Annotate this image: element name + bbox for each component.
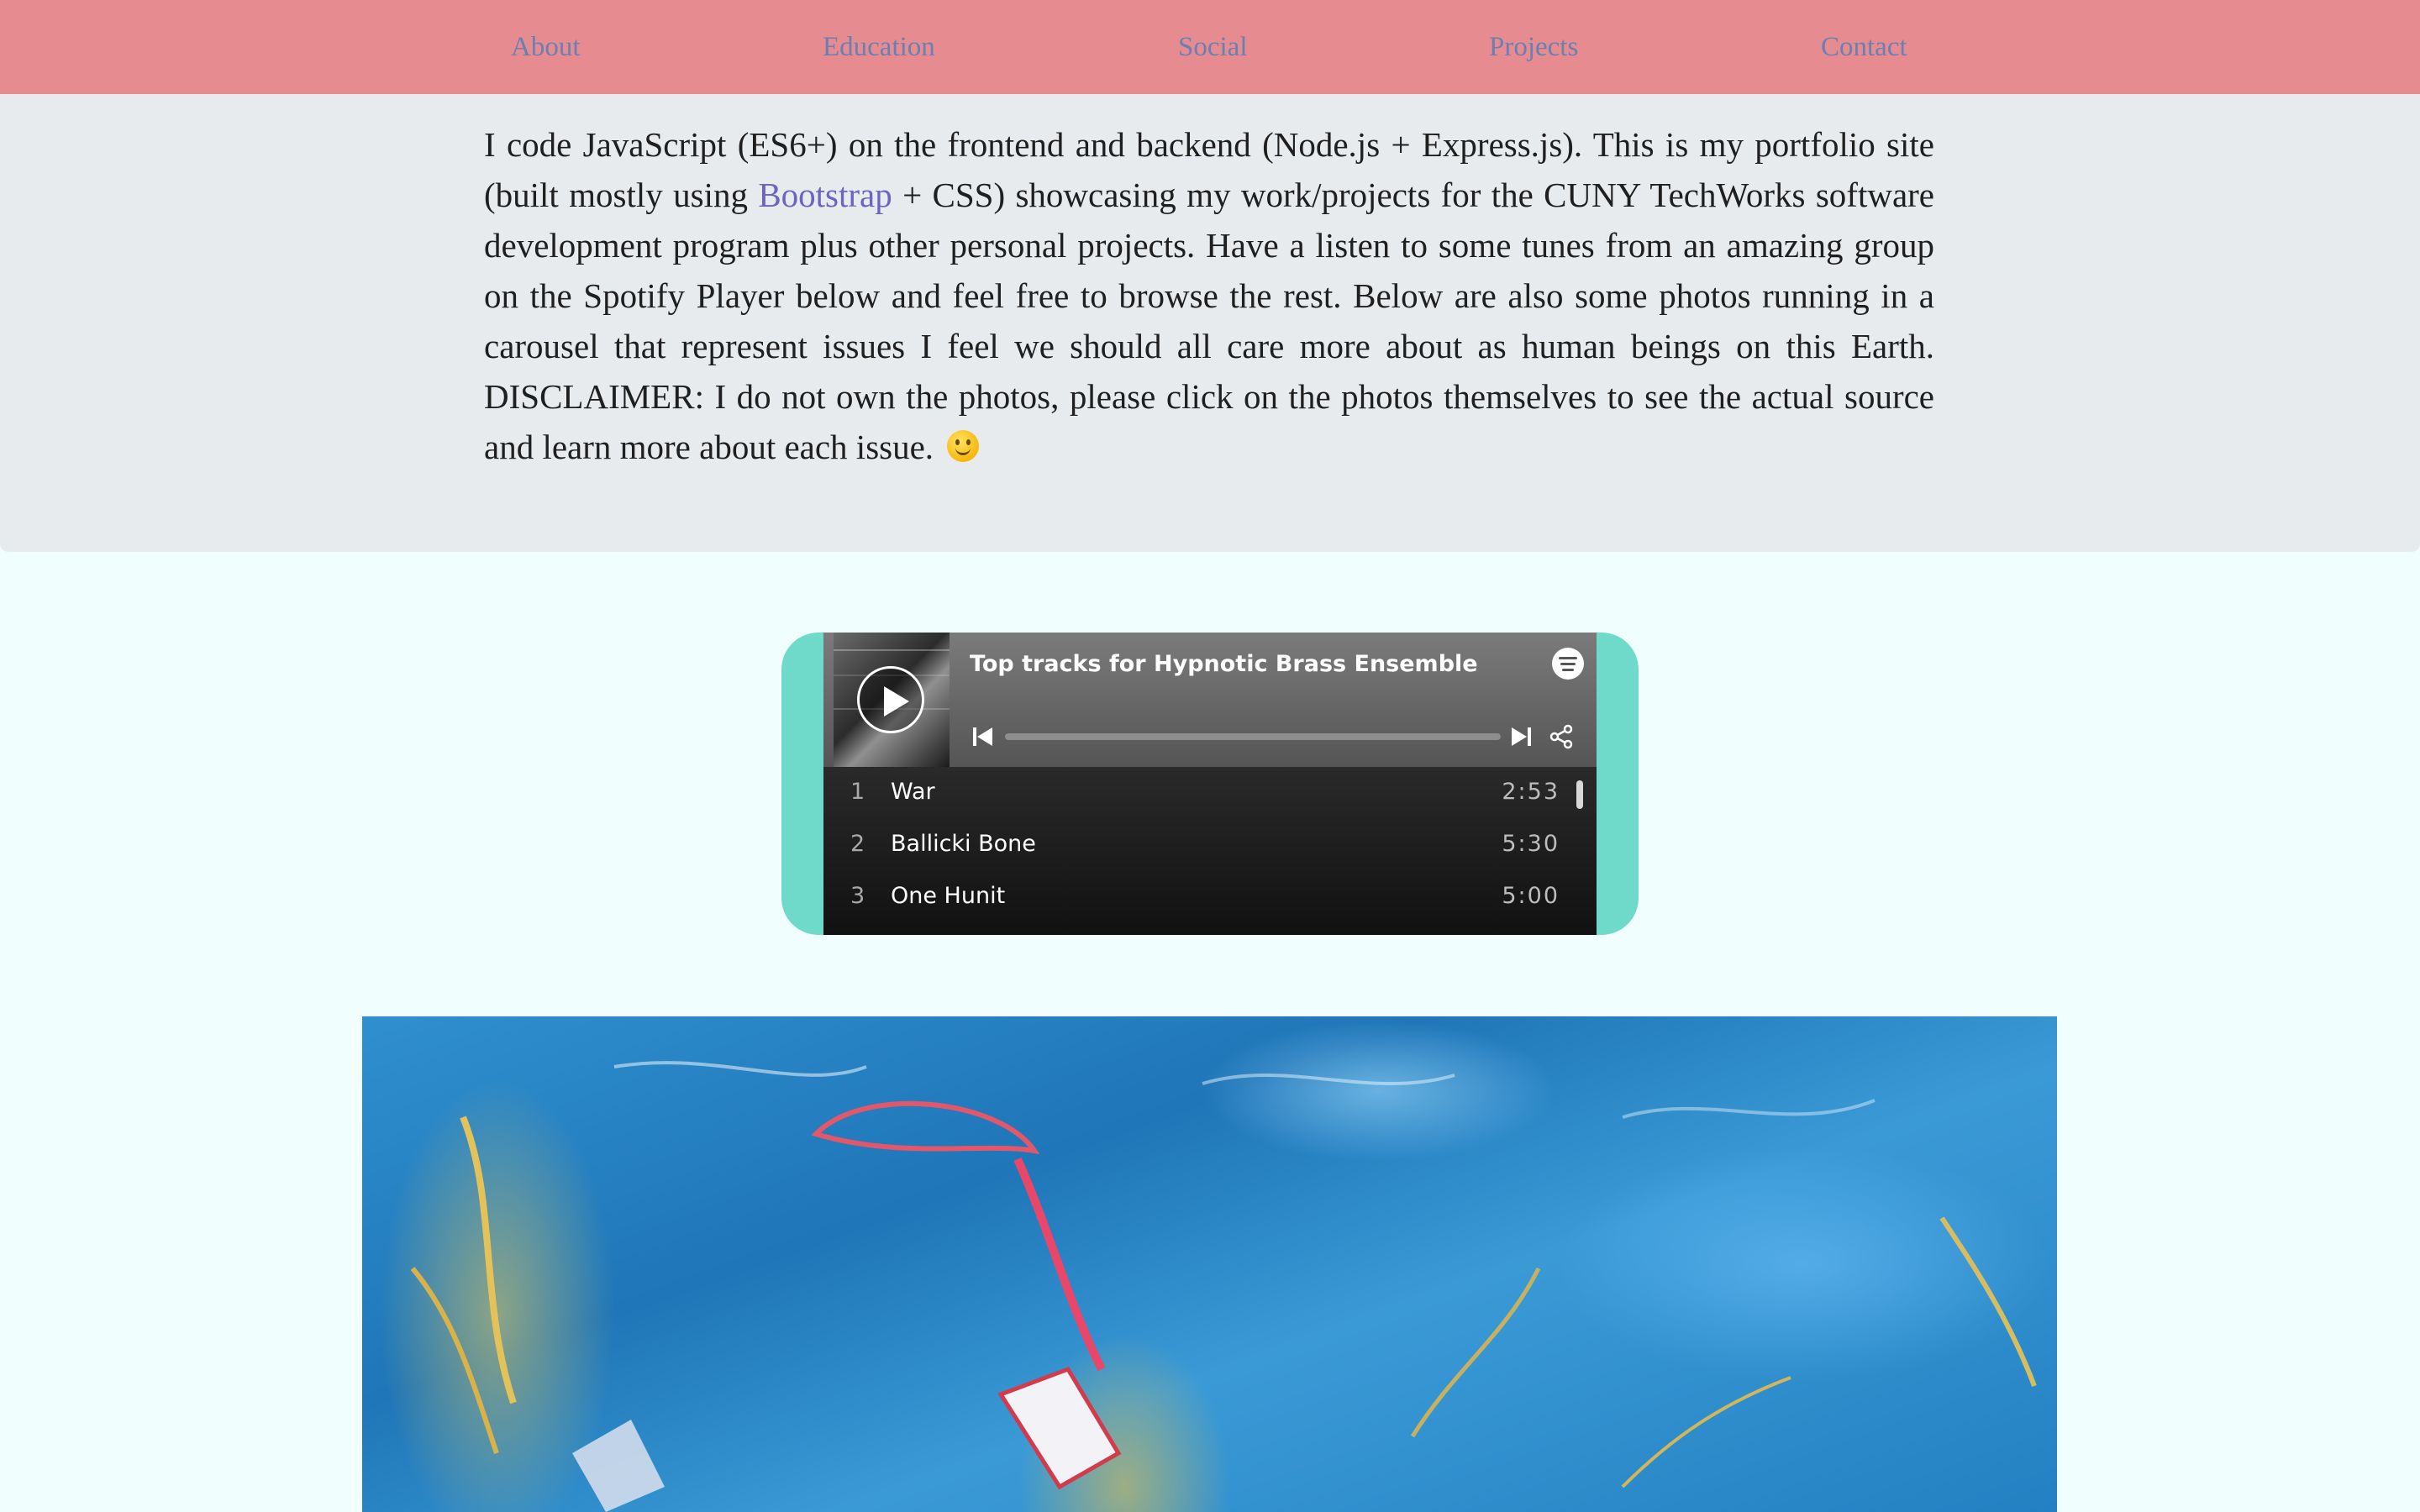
tracklist: 1 War 2:53 2 Ballicki Bone 5:30 3 One Hu…: [823, 767, 1597, 935]
album-art[interactable]: [834, 633, 950, 767]
bootstrap-link[interactable]: Bootstrap: [758, 176, 892, 214]
spotify-logo-icon[interactable]: [1552, 648, 1584, 680]
skip-back-icon[interactable]: [973, 727, 993, 747]
track-number: 3: [850, 883, 865, 909]
navbar: About Education Social Projects Contact: [0, 0, 2420, 94]
carousel-photo[interactable]: [362, 1016, 2057, 1512]
playlist-title[interactable]: Top tracks for Hypnotic Brass Ensemble: [970, 651, 1478, 677]
track-duration: 5:30: [1502, 831, 1560, 857]
track-row[interactable]: 2 Ballicki Bone 5:30: [823, 819, 1580, 871]
track-row[interactable]: 3 One Hunit 5:00: [823, 871, 1580, 923]
play-icon[interactable]: [857, 666, 924, 733]
track-row[interactable]: 1 War 2:53: [823, 767, 1580, 819]
track-name: Ballicki Bone: [891, 831, 1036, 857]
share-icon[interactable]: [1548, 723, 1575, 750]
nav-link-projects[interactable]: Projects: [1489, 0, 1578, 94]
track-number: 1: [850, 779, 865, 805]
skip-forward-icon[interactable]: [1511, 727, 1531, 747]
progress-bar[interactable]: [1005, 733, 1501, 740]
spotify-player: Top tracks for Hypnotic Brass Ensemble 1…: [823, 633, 1597, 935]
track-number: 2: [850, 831, 865, 857]
intro-section: I code JavaScript (ES6+) on the frontend…: [0, 94, 2420, 552]
track-duration: 5:00: [1502, 883, 1560, 909]
nav-link-social[interactable]: Social: [1178, 0, 1247, 94]
track-name: War: [891, 779, 935, 805]
nav-link-education[interactable]: Education: [823, 0, 935, 94]
nav-link-about[interactable]: About: [511, 0, 581, 94]
intro-paragraph: I code JavaScript (ES6+) on the frontend…: [484, 119, 1934, 472]
track-name: One Hunit: [891, 883, 1006, 909]
smiley-emoji-icon: [947, 430, 980, 462]
ocean-plastic-photo: [410, 1061, 2037, 1512]
spotify-embed-frame: Top tracks for Hypnotic Brass Ensemble 1…: [781, 633, 1639, 935]
nav-link-contact[interactable]: Contact: [1821, 0, 1907, 94]
player-header: Top tracks for Hypnotic Brass Ensemble: [823, 633, 1597, 767]
intro-text-part-2: + CSS) showcasing my work/projects for t…: [484, 176, 1934, 466]
tracklist-scrollbar[interactable]: [1576, 780, 1583, 809]
track-duration: 2:53: [1502, 779, 1560, 805]
